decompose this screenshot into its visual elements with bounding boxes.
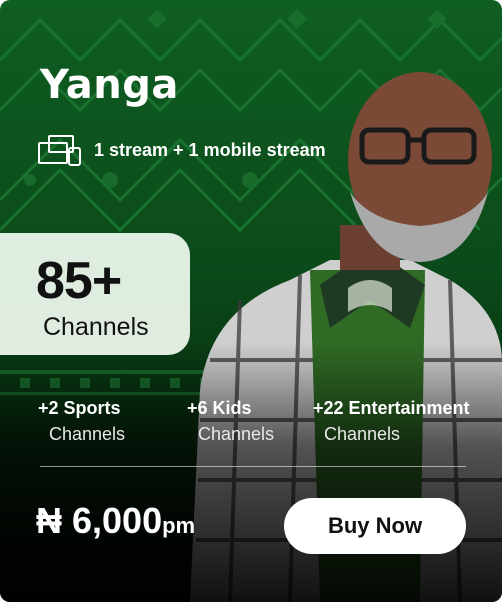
price-amount: ₦ 6,000: [36, 500, 163, 541]
plan-card: Yanga 1 stream + 1 mobile stream 85+ Cha…: [0, 0, 502, 602]
channels-count: 85+: [36, 252, 122, 310]
category-count: +22 Entertainment: [313, 398, 470, 418]
category-entertainment: +22 Entertainment Channels: [313, 398, 470, 445]
streams-info: 1 stream + 1 mobile stream: [38, 134, 326, 166]
category-label: Channels: [49, 424, 126, 444]
category-count: +2 Sports: [38, 398, 121, 418]
streams-text: 1 stream + 1 mobile stream: [94, 139, 326, 160]
channels-label: Channels: [43, 313, 149, 341]
price-period: pm: [162, 513, 196, 538]
price: ₦ 6,000pm: [36, 500, 195, 542]
category-label: Channels: [198, 424, 275, 444]
category-sports: +2 Sports Channels: [38, 398, 125, 445]
category-label: Channels: [324, 424, 401, 444]
buy-now-button[interactable]: Buy Now: [284, 498, 466, 554]
plan-title: Yanga: [40, 62, 179, 108]
channels-count-box: 85+ Channels: [0, 233, 190, 355]
category-count: +6 Kids: [187, 398, 252, 418]
category-kids: +6 Kids Channels: [187, 398, 274, 445]
bottom-gradient-overlay: [0, 342, 502, 602]
divider: [40, 466, 466, 467]
devices-icon: [38, 135, 81, 166]
